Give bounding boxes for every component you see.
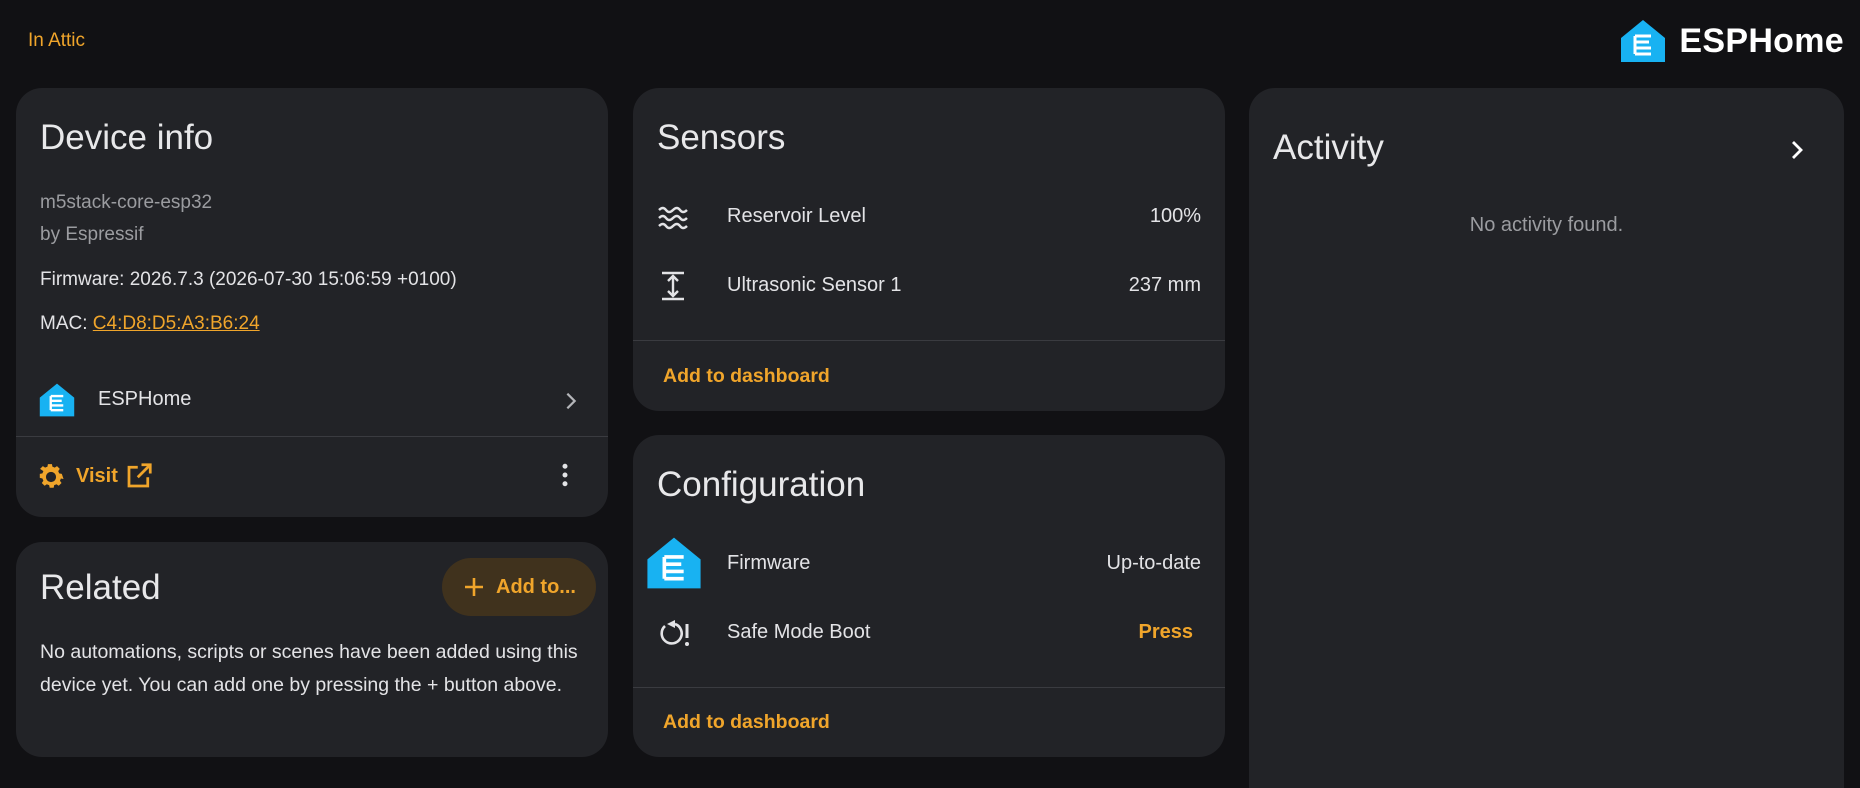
add-to-label: Add to... [496, 575, 576, 598]
visit-button[interactable]: Visit [76, 465, 118, 488]
open-in-new-icon[interactable] [124, 461, 154, 491]
configuration-card: Configuration Firmware Up-to-date Safe M… [633, 435, 1225, 757]
divider [633, 340, 1225, 341]
related-title: Related [40, 568, 161, 607]
chevron-right-icon[interactable] [1785, 138, 1809, 162]
device-manufacturer: by Espressif [40, 224, 144, 245]
plus-icon [465, 578, 483, 596]
location-label: In Attic [28, 30, 86, 51]
activity-empty-text: No activity found. [1469, 214, 1624, 236]
related-empty-text: No automations, scripts or scenes have b… [40, 641, 578, 696]
mac-link[interactable]: C4:D8:D5:A3:B6:24 [93, 313, 260, 334]
sensor-name[interactable]: Reservoir Level [727, 205, 866, 228]
sensor-value[interactable]: 100% [1150, 205, 1201, 228]
add-to-button[interactable]: Add to... [442, 558, 596, 616]
brand-name: ESPHome [1679, 21, 1844, 60]
integration-row[interactable] [38, 382, 76, 423]
chevron-right-icon[interactable] [560, 390, 582, 412]
activity-card: Activity No activity found. [1249, 88, 1844, 788]
safe-mode-press-button[interactable]: Press [1139, 621, 1194, 644]
esphome-logo-icon [39, 383, 75, 417]
sensor-name[interactable]: Ultrasonic Sensor 1 [727, 274, 902, 297]
device-info-card: Device info m5stack-core-esp32 by Espres… [16, 88, 608, 517]
gear-icon[interactable] [35, 461, 67, 493]
device-firmware: Firmware: 2026.7.3 (2026-07-30 15:06:59 … [40, 269, 457, 290]
divider [633, 687, 1225, 688]
distance-icon [662, 271, 684, 301]
sensors-title: Sensors [657, 118, 786, 157]
sensors-card: Sensors Reservoir Level 100% Ultrasonic … [633, 88, 1225, 411]
add-to-dashboard-button[interactable]: Add to dashboard [663, 365, 830, 388]
integration-name: ESPHome [98, 388, 192, 410]
mac-label: MAC: [40, 313, 93, 334]
activity-title: Activity [1273, 128, 1384, 167]
device-info-title: Device info [40, 118, 214, 157]
configuration-title: Configuration [657, 465, 866, 504]
esphome-logo-icon [647, 537, 701, 589]
brand: ESPHome [1619, 18, 1844, 64]
sensor-value[interactable]: 237 mm [1129, 274, 1201, 297]
esphome-logo-icon [1621, 20, 1666, 62]
more-vertical-icon[interactable] [550, 460, 580, 490]
related-card: Related Add to... No automations, script… [16, 542, 608, 757]
device-model: m5stack-core-esp32 [40, 192, 213, 213]
water-level-icon [658, 206, 688, 230]
config-firmware-name[interactable]: Firmware [727, 552, 810, 575]
device-mac: MAC: C4:D8:D5:A3:B6:24 [40, 313, 260, 335]
divider [16, 436, 608, 437]
add-to-dashboard-button[interactable]: Add to dashboard [663, 711, 830, 734]
restart-alert-icon [660, 620, 689, 646]
config-firmware-value[interactable]: Up-to-date [1107, 552, 1202, 575]
config-safe-mode-name[interactable]: Safe Mode Boot [727, 621, 870, 644]
